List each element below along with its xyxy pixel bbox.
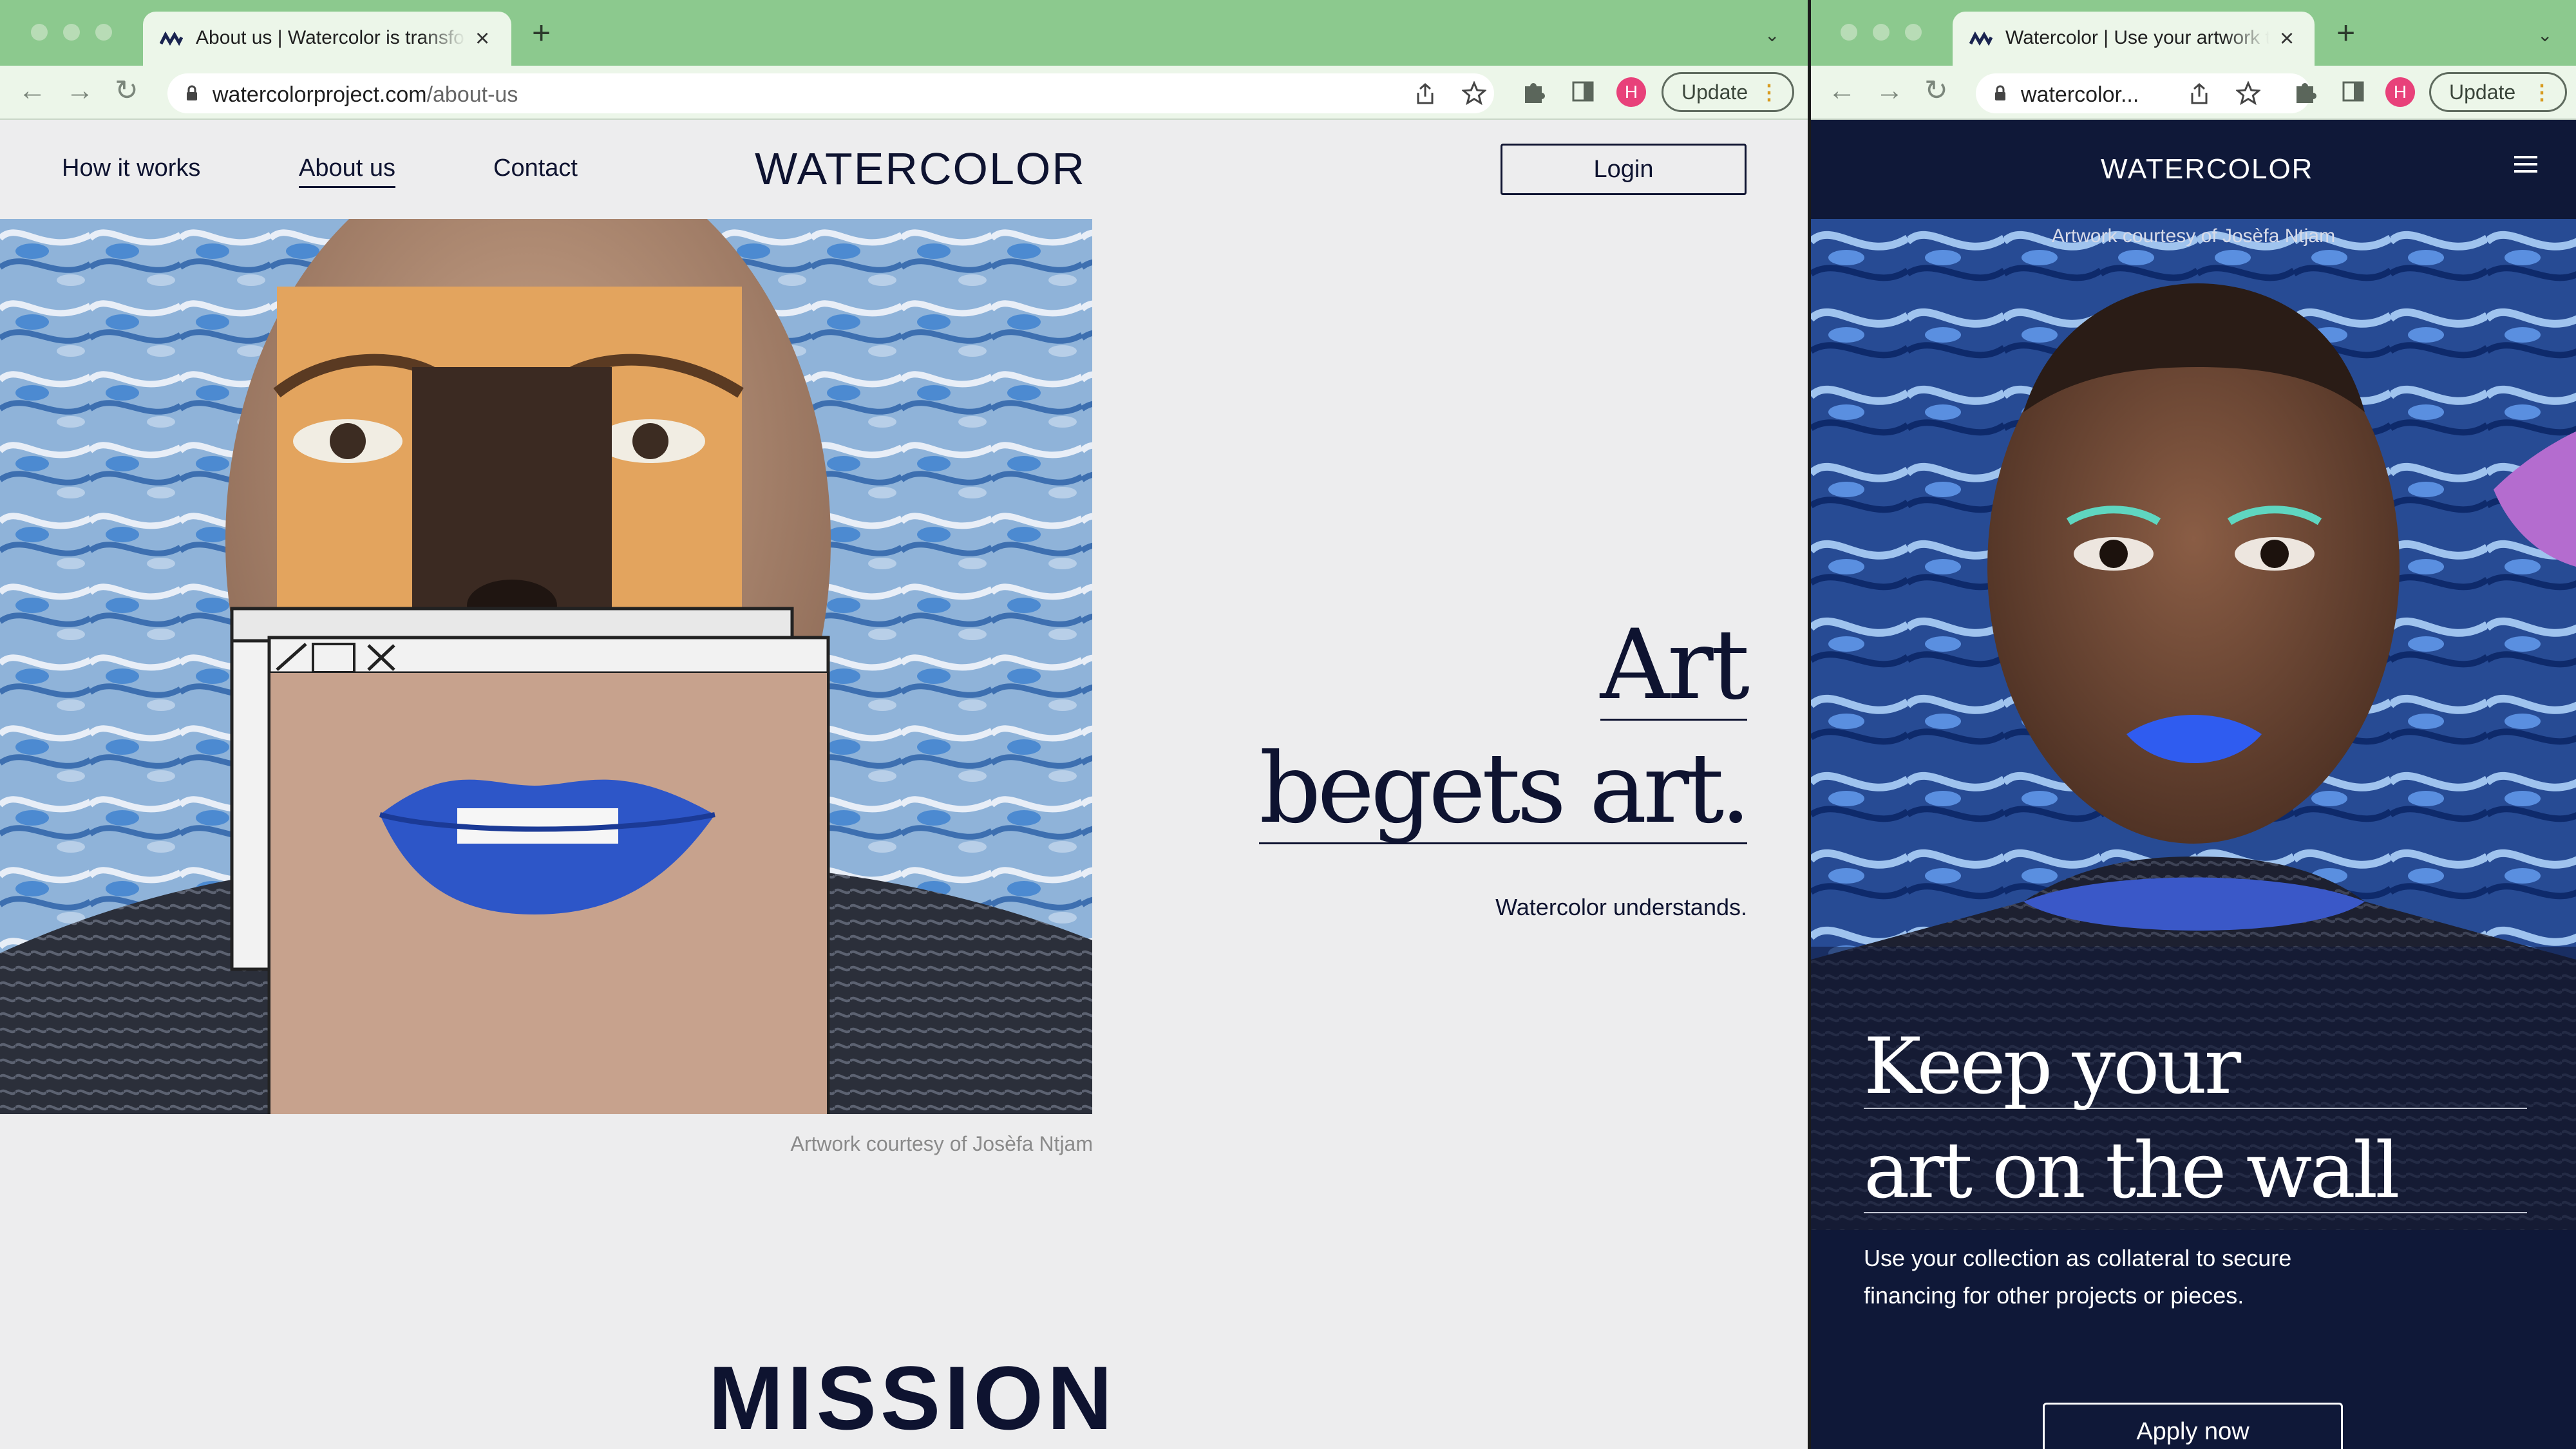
browser-window-left: About us | Watercolor is transfo × + ⌄ ←… — [0, 0, 1808, 1449]
extensions-icon[interactable] — [2293, 77, 2318, 106]
tab-title-fade — [421, 18, 466, 57]
share-icon[interactable] — [2188, 82, 2210, 106]
side-panel-icon[interactable] — [1570, 77, 1596, 106]
forward-icon[interactable]: → — [66, 75, 94, 107]
hero-caption: Artwork courtesy of Josèfa Ntjam — [2051, 225, 2336, 247]
hero-caption: Artwork courtesy of Josèfa Ntjam — [790, 1132, 1093, 1155]
login-button[interactable]: Login — [1501, 144, 1747, 195]
chevron-down-icon[interactable]: ⌄ — [2537, 24, 2552, 46]
watercolor-logo[interactable]: WATERCOLOR — [2101, 153, 2313, 185]
side-panel-icon[interactable] — [2340, 77, 2366, 106]
reload-icon[interactable]: ↻ — [115, 75, 138, 107]
window-zoom-dot[interactable] — [95, 24, 112, 41]
lock-icon — [187, 85, 197, 100]
browser-tab-active[interactable]: Watercolor | Use your artwork t × — [1953, 12, 2315, 66]
favicon — [1969, 31, 1993, 46]
plus-icon[interactable]: + — [2336, 17, 2355, 49]
headline-line-2: art on the wall — [1864, 1131, 2527, 1213]
close-icon[interactable]: × — [475, 24, 489, 53]
tab-strip: Watercolor | Use your artwork t × + ⌄ — [1811, 0, 2576, 66]
back-icon[interactable]: ← — [18, 75, 46, 107]
url-path: /about-us — [426, 82, 518, 107]
headline-line-1: Art — [1600, 609, 1750, 721]
nav-about-us[interactable]: About us — [299, 155, 395, 188]
star-icon[interactable] — [1462, 81, 1486, 106]
update-label: Update — [1681, 80, 1748, 104]
section-heading: MISSION — [708, 1347, 1117, 1448]
body-text: Use your collection as collateral to sec… — [1864, 1245, 2292, 1309]
more-icon: ⋮ — [2532, 80, 2552, 104]
update-button[interactable]: Update ⋮ — [1662, 72, 1794, 112]
plus-icon[interactable]: + — [532, 17, 551, 49]
update-button[interactable]: Update ⋮ — [2429, 72, 2567, 112]
tagline: Watercolor understands. — [1495, 894, 1747, 920]
address-bar[interactable]: watercolor... — [1976, 73, 2311, 113]
window-minimize-dot[interactable] — [1873, 24, 1889, 41]
headline-line-2: begets art. — [1259, 733, 1751, 845]
url-domain: watercolorproject.com — [213, 82, 427, 107]
more-icon: ⋮ — [1759, 80, 1779, 104]
watercolor-logo[interactable]: WATERCOLOR — [755, 143, 1086, 194]
browser-window-right: Watercolor | Use your artwork t × + ⌄ ← … — [1811, 0, 2576, 1449]
address-bar[interactable]: watercolorproject.com/about-us — [167, 73, 1494, 113]
url-text: watercolorproject.com/about-us — [213, 82, 518, 108]
tab-title-fade — [2224, 18, 2269, 57]
share-icon[interactable] — [1414, 82, 1436, 106]
hero-artwork — [0, 219, 1092, 1114]
url-domain: watercolor... — [2021, 82, 2139, 107]
profile-avatar[interactable]: H — [2385, 77, 2415, 107]
nav-how-it-works[interactable]: How it works — [62, 155, 200, 182]
window-close-dot[interactable] — [31, 24, 48, 41]
update-label: Update — [2449, 80, 2516, 104]
window-minimize-dot[interactable] — [63, 24, 80, 41]
lock-icon — [1995, 85, 2005, 100]
apply-now-button[interactable]: Apply now — [2043, 1403, 2343, 1449]
hamburger-icon[interactable] — [2514, 155, 2537, 174]
nav-contact[interactable]: Contact — [493, 155, 578, 182]
tab-strip: About us | Watercolor is transfo × + ⌄ — [0, 0, 1808, 66]
profile-avatar[interactable]: H — [1616, 77, 1646, 107]
forward-icon[interactable]: → — [1875, 75, 1904, 107]
reload-icon[interactable]: ↻ — [1924, 75, 1948, 107]
chevron-down-icon[interactable]: ⌄ — [1765, 24, 1779, 46]
favicon — [160, 31, 183, 46]
headline-line-1: Keep your — [1864, 1027, 2527, 1109]
back-icon[interactable]: ← — [1828, 75, 1856, 107]
extensions-icon[interactable] — [1521, 77, 1547, 106]
url-text: watercolor... — [2021, 82, 2139, 108]
star-icon[interactable] — [2236, 81, 2260, 106]
close-icon[interactable]: × — [2280, 24, 2294, 53]
window-zoom-dot[interactable] — [1905, 24, 1922, 41]
window-close-dot[interactable] — [1841, 24, 1857, 41]
mobile-header: WATERCOLOR — [1811, 121, 2576, 219]
browser-tab-active[interactable]: About us | Watercolor is transfo × — [143, 12, 511, 66]
